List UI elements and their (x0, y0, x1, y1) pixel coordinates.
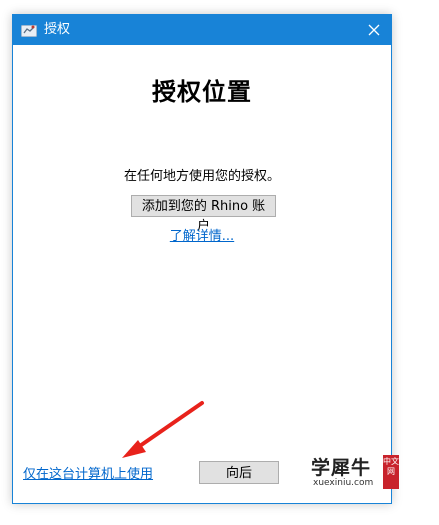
watermark-logo-text: 学犀牛 (311, 457, 372, 479)
page-title: 授权位置 (152, 78, 252, 106)
license-dialog: 授权 授权位置 在任何地方使用您的授权。 添加到您的 Rhino 账户 了解详情… (12, 14, 392, 504)
dialog-content: 授权位置 在任何地方使用您的授权。 添加到您的 Rhino 账户 了解详情...… (13, 45, 391, 503)
close-button[interactable] (357, 15, 391, 45)
title-bar[interactable]: 授权 (13, 15, 391, 45)
close-icon (368, 24, 380, 36)
watermark-url: xuexiniu.com (313, 478, 374, 488)
learn-more-link[interactable]: 了解详情... (170, 229, 234, 244)
use-on-this-computer-only-link[interactable]: 仅在这台计算机上使用 (23, 463, 153, 482)
description-text: 在任何地方使用您的授权。 (123, 169, 280, 184)
window-title: 授权 (44, 22, 71, 37)
page: 授权 授权位置 在任何地方使用您的授权。 添加到您的 Rhino 账户 了解详情… (0, 0, 439, 525)
site-watermark: 学犀牛 xuexiniu.com 中文网 (307, 453, 403, 493)
back-button[interactable]: 向后 (199, 461, 279, 484)
watermark-stamp: 中文网 (383, 455, 399, 489)
add-to-rhino-account-button[interactable]: 添加到您的 Rhino 账户 (131, 195, 276, 234)
rhino-app-icon (21, 23, 37, 37)
